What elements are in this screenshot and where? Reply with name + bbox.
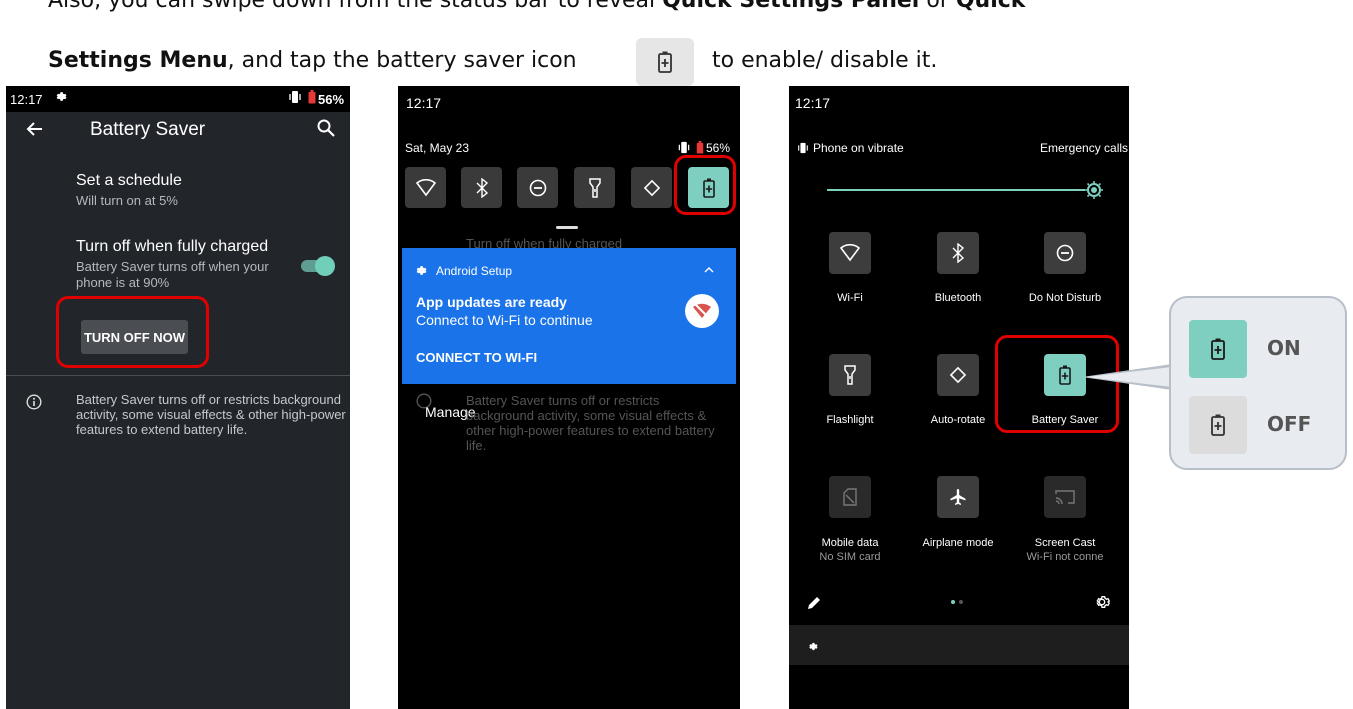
callout-pointer	[1082, 364, 1172, 390]
on-off-callout: ON OFF	[1169, 296, 1347, 470]
schedule-title[interactable]: Set a schedule	[76, 172, 182, 190]
dnd-tile[interactable]	[1044, 232, 1086, 274]
chevron-up-icon[interactable]	[704, 263, 714, 277]
highlight-box	[674, 155, 736, 215]
gear-icon	[54, 90, 67, 106]
phone-battery-saver-settings: 12:17 56% Battery Saver Set a schedule W…	[6, 86, 350, 709]
background-text: Battery Saver turns off or restricts bac…	[466, 393, 715, 453]
battery-percent: 56%	[706, 141, 731, 155]
edit-pencil-icon[interactable]	[807, 596, 821, 615]
schedule-subtitle: Will turn on at 5%	[76, 193, 178, 208]
vibrate-label: Phone on vibrate	[813, 141, 904, 155]
fully-charged-subtitle: Battery Saver turns off when your	[76, 259, 269, 274]
off-label: OFF	[1267, 412, 1312, 436]
wifi-tile[interactable]	[829, 232, 871, 274]
date-label: Sat, May 23	[405, 141, 470, 155]
airplane-mode-label: Airplane mode	[922, 537, 994, 549]
notification-app-name: Android Setup	[436, 264, 513, 278]
fully-charged-subtitle: phone is at 90%	[76, 275, 170, 290]
gear-icon	[414, 264, 427, 282]
bluetooth-tile[interactable]	[937, 232, 979, 274]
doc-text: or	[919, 0, 956, 13]
search-icon[interactable]	[317, 119, 335, 142]
dnd-tile[interactable]	[517, 167, 558, 208]
bluetooth-tile[interactable]	[461, 167, 502, 208]
notification-title: App updates are ready	[416, 294, 567, 310]
phone-quick-settings-menu: 12:17 Phone on vibrate Emergency calls W…	[789, 86, 1129, 709]
status-time: 12:17	[10, 92, 43, 107]
divider	[6, 375, 350, 376]
mobile-data-tile[interactable]	[829, 476, 871, 518]
settings-gear-icon[interactable]	[1094, 594, 1111, 615]
auto-rotate-tile[interactable]	[937, 354, 979, 396]
doc-line-1: Also, you can swipe down from the status…	[48, 0, 1025, 13]
wifi-tile[interactable]	[405, 167, 446, 208]
brightness-slider[interactable]	[827, 189, 1085, 191]
doc-bold: Quick Settings Panel	[662, 0, 920, 13]
info-icon	[26, 394, 42, 415]
phone-quick-settings-panel: 12:17 Sat, May 23 56% Turn off when full…	[398, 86, 740, 709]
gear-icon	[807, 639, 818, 657]
status-time: 12:17	[795, 95, 831, 111]
info-text: Battery Saver turns off or restricts bac…	[76, 392, 346, 437]
status-bar: 12:17 56%	[6, 86, 350, 112]
page-title: Battery Saver	[90, 119, 206, 140]
doc-text: , and tap the battery saver icon	[227, 48, 577, 73]
status-time: 12:17	[406, 95, 442, 111]
fully-charged-title[interactable]: Turn off when fully charged	[76, 238, 268, 256]
battery-saver-on-icon	[1189, 320, 1247, 378]
doc-text: to enable/ disable it.	[712, 48, 938, 73]
battery-saver-off-icon	[1189, 396, 1247, 454]
toggle-thumb[interactable]	[315, 256, 335, 276]
mobile-data-label: Mobile data	[821, 537, 879, 549]
notification-card[interactable]: Android Setup App updates are ready Conn…	[402, 248, 736, 384]
vibrate-icon	[289, 90, 301, 107]
mobile-data-status: No SIM card	[819, 551, 881, 563]
doc-bold: Settings Menu	[48, 48, 228, 73]
airplane-mode-tile[interactable]	[937, 476, 979, 518]
doc-text: Also, you can swipe down from the status…	[48, 0, 663, 13]
doc-line-2-end: to enable/ disable it.	[712, 48, 937, 73]
battery-percent: 56%	[318, 92, 345, 107]
screen-cast-tile[interactable]	[1044, 476, 1086, 518]
flashlight-label: Flashlight	[826, 414, 874, 426]
wifi-label: Wi-Fi	[837, 292, 863, 304]
emergency-calls-label[interactable]: Emergency calls	[1040, 141, 1128, 155]
highlight-box	[56, 296, 209, 368]
page-dot	[959, 600, 963, 604]
battery-low-icon	[308, 90, 316, 107]
wifi-off-icon	[685, 294, 719, 328]
flashlight-tile[interactable]	[829, 354, 871, 396]
notification-strip	[789, 625, 1129, 665]
on-label: ON	[1267, 336, 1301, 360]
drag-handle[interactable]	[556, 226, 578, 229]
vibrate-icon	[797, 141, 809, 159]
screen-cast-label: Screen Cast	[1034, 537, 1096, 549]
connect-wifi-button[interactable]: CONNECT TO WI-FI	[416, 350, 537, 365]
flashlight-tile[interactable]	[574, 167, 615, 208]
brightness-icon[interactable]	[1084, 180, 1104, 200]
back-arrow-icon[interactable]	[26, 120, 44, 143]
doc-bold: Quick	[955, 0, 1026, 13]
battery-saver-inline-icon	[636, 38, 694, 86]
screen-cast-status: Wi-Fi not conne	[1026, 551, 1104, 563]
auto-rotate-tile[interactable]	[631, 167, 672, 208]
bluetooth-label: Bluetooth	[934, 292, 982, 304]
doc-line-2: Settings Menu, and tap the battery saver…	[48, 48, 577, 73]
dnd-label: Do Not Disturb	[1028, 292, 1102, 304]
page-dot-active	[951, 600, 955, 604]
notification-body: Connect to Wi-Fi to continue	[416, 312, 593, 328]
